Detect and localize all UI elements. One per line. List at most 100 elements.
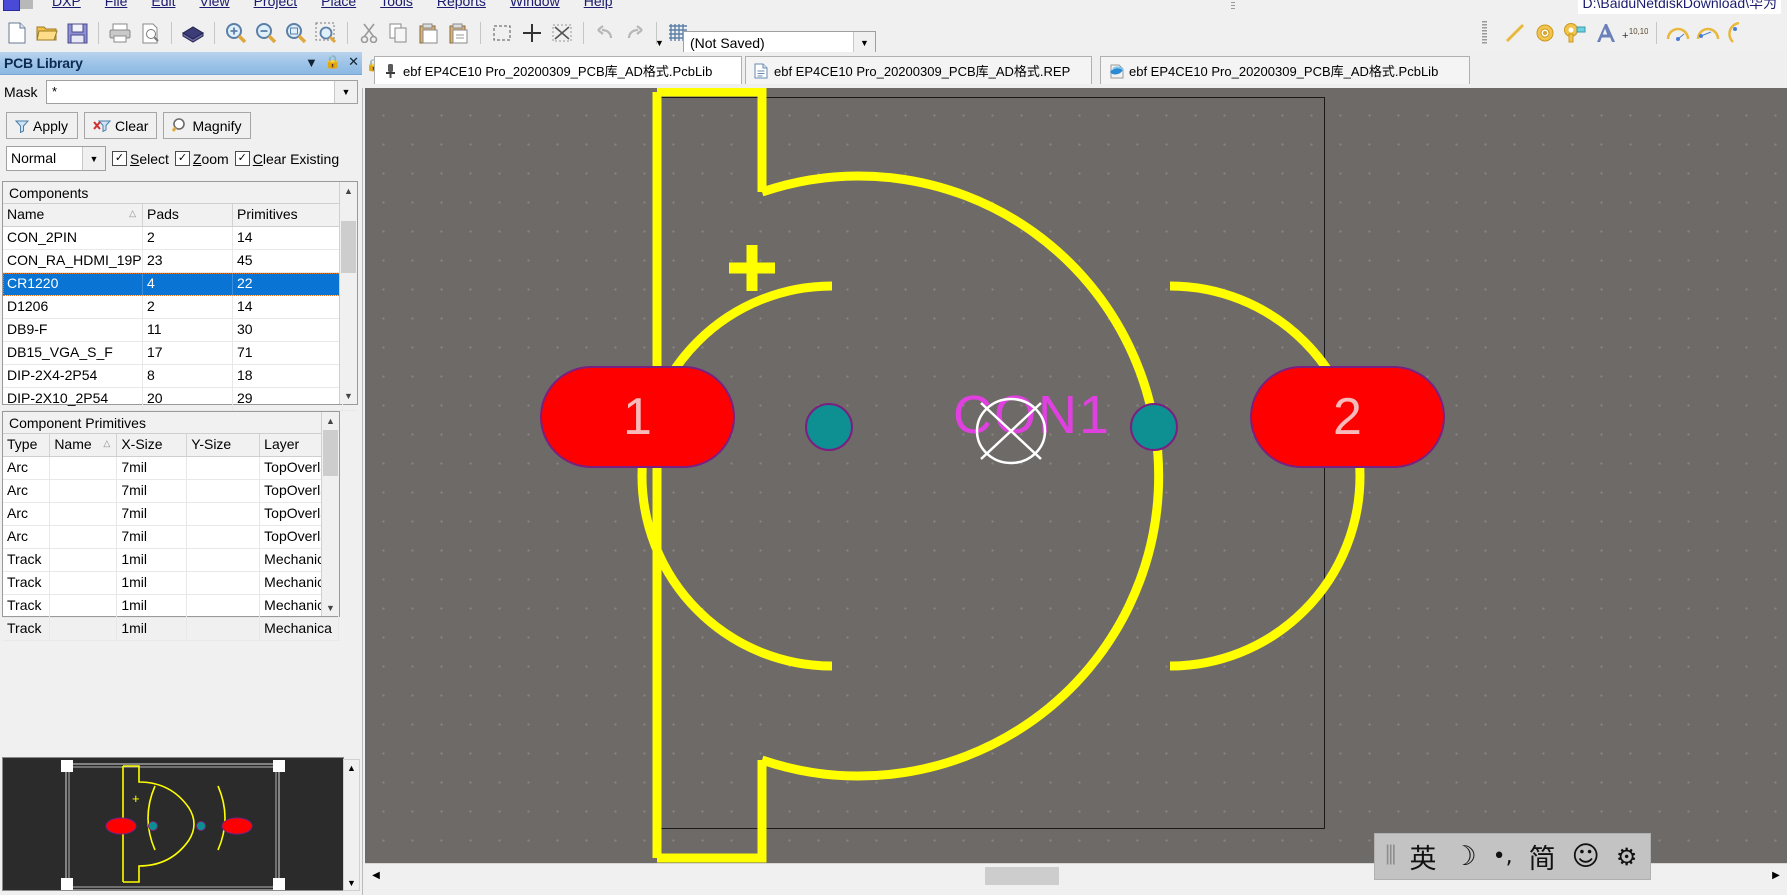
- apply-button[interactable]: Apply: [6, 112, 78, 139]
- via-2[interactable]: [1130, 403, 1178, 451]
- zoom-out-icon[interactable]: [253, 20, 279, 46]
- select-rect-icon[interactable]: [489, 20, 515, 46]
- scrollbar-thumb[interactable]: [323, 430, 338, 476]
- scrollbar-thumb[interactable]: [985, 867, 1059, 885]
- save-icon[interactable]: [64, 20, 90, 46]
- table-row[interactable]: Track 1mil Mechanica: [3, 549, 339, 572]
- ime-language-toggle[interactable]: 英: [1409, 837, 1436, 876]
- table-row[interactable]: Track 1mil Mechanica: [3, 595, 339, 618]
- arc-any-icon[interactable]: [1725, 20, 1751, 46]
- scroll-up-icon[interactable]: ▲: [344, 760, 359, 775]
- board-3d-icon[interactable]: [180, 20, 206, 46]
- column-header-ysize[interactable]: Y-Size: [187, 434, 261, 456]
- column-header-pads[interactable]: Pads: [143, 204, 233, 226]
- menu-item-project[interactable]: Project: [242, 0, 310, 11]
- primitives-grid-header[interactable]: Type Name △ X-Size Y-Size Layer: [3, 434, 339, 457]
- menu-bar[interactable]: DXP File Edit View Project Place Tools R…: [0, 0, 1787, 14]
- moon-icon[interactable]: ☽: [1452, 841, 1476, 872]
- components-grid-header[interactable]: Name △ Pads Primitives: [3, 204, 357, 227]
- component-primitives-grid[interactable]: Component Primitives Type Name △ X-Size …: [2, 411, 340, 641]
- settings-gear-icon[interactable]: ⚙: [1616, 843, 1638, 871]
- scroll-right-icon[interactable]: ▶: [1767, 866, 1785, 885]
- column-header-xsize[interactable]: X-Size: [117, 434, 188, 456]
- zoom-in-icon[interactable]: [223, 20, 249, 46]
- via-icon[interactable]: [1562, 20, 1588, 46]
- redo-icon[interactable]: [622, 20, 648, 46]
- checkbox-select[interactable]: ✓ Select: [112, 151, 169, 167]
- menu-item-help[interactable]: Help: [572, 0, 625, 11]
- table-row[interactable]: Track 1mil Mechanica: [3, 572, 339, 595]
- grid-dropdown-arrow[interactable]: ▼: [655, 38, 664, 48]
- panel-title-bar[interactable]: PCB Library ▼ 🔒 ✕: [0, 52, 362, 75]
- primitives-grid-scrollbar[interactable]: ▲ ▼: [321, 412, 339, 616]
- scroll-down-icon[interactable]: ▼: [322, 599, 339, 616]
- print-icon[interactable]: [107, 20, 133, 46]
- scrollbar-thumb[interactable]: [341, 221, 356, 273]
- scroll-down-icon[interactable]: ▼: [344, 875, 359, 890]
- table-row[interactable]: Arc 7mil TopOverlay: [3, 457, 339, 480]
- menu-item-view[interactable]: View: [187, 0, 241, 11]
- checkbox-select-box[interactable]: ✓: [112, 151, 127, 166]
- close-icon[interactable]: ✕: [348, 54, 359, 70]
- menu-item-reports[interactable]: Reports: [425, 0, 498, 11]
- checkbox-zoom-box[interactable]: ✓: [174, 151, 190, 166]
- pad-2[interactable]: 2: [1250, 366, 1445, 468]
- column-header-name[interactable]: Name △: [3, 204, 143, 226]
- tab-report[interactable]: ebf EP4CE10 Pro_20200309_PCB库_AD格式.REP: [745, 56, 1092, 84]
- table-row[interactable]: Arc 7mil TopOverlay: [3, 526, 339, 549]
- scroll-up-icon[interactable]: ▲: [340, 182, 357, 199]
- tab-browser[interactable]: ebf EP4CE10 Pro_20200309_PCB库_AD格式.PcbLi…: [1100, 56, 1470, 84]
- table-row[interactable]: D1206 2 14: [3, 296, 357, 319]
- table-row[interactable]: DB15_VGA_S_F 17 71: [3, 342, 357, 365]
- arc-edge-icon[interactable]: [1695, 20, 1721, 46]
- chevron-down-icon[interactable]: ▼: [334, 81, 357, 103]
- chevron-down-icon[interactable]: ▼: [82, 147, 105, 170]
- menu-item-tools[interactable]: Tools: [368, 0, 425, 11]
- ime-script-toggle[interactable]: 简: [1529, 837, 1556, 876]
- table-row[interactable]: Arc 7mil TopOverlay: [3, 480, 339, 503]
- line-icon[interactable]: [1502, 20, 1528, 46]
- grip-handle[interactable]: ⦀: [1385, 841, 1397, 872]
- menu-item-place[interactable]: Place: [309, 0, 368, 11]
- menu-item-file[interactable]: File: [93, 0, 140, 11]
- table-row[interactable]: Arc 7mil TopOverlay: [3, 503, 339, 526]
- scroll-left-icon[interactable]: ◀: [367, 866, 385, 885]
- new-document-icon[interactable]: [4, 20, 30, 46]
- clear-button[interactable]: Clear: [84, 112, 158, 139]
- table-row[interactable]: Track 1mil Mechanica: [3, 618, 339, 641]
- menu-item-dxp[interactable]: DXP: [40, 0, 93, 11]
- main-toolbar[interactable]: ▼ (Not Saved) ▼ +10,10: [0, 14, 1787, 55]
- scroll-up-icon[interactable]: ▲: [322, 412, 339, 429]
- toolbar-grip-right[interactable]: [1472, 20, 1498, 46]
- tab-pcblib-active[interactable]: ebf EP4CE10 Pro_20200309_PCB库_AD格式.PcbLi…: [374, 56, 742, 84]
- magnify-button[interactable]: Magnify: [163, 112, 251, 139]
- components-grid-scrollbar[interactable]: ▲ ▼: [339, 182, 357, 404]
- undo-icon[interactable]: [592, 20, 618, 46]
- via-1[interactable]: [805, 403, 853, 451]
- select-mode-dropdown[interactable]: Normal ▼: [6, 146, 106, 171]
- arc-center-icon[interactable]: [1665, 20, 1691, 46]
- table-row[interactable]: DIP-2X10_2P54 20 29: [3, 388, 357, 411]
- zoom-selection-icon[interactable]: [313, 20, 339, 46]
- coordinate-icon[interactable]: +10,10: [1622, 20, 1648, 46]
- chevron-down-icon[interactable]: ▼: [305, 55, 318, 70]
- cut-icon[interactable]: [356, 20, 382, 46]
- chevron-down-icon[interactable]: ▼: [853, 32, 875, 54]
- open-folder-icon[interactable]: [34, 20, 60, 46]
- paste-icon[interactable]: [416, 20, 442, 46]
- component-preview[interactable]: +: [2, 757, 344, 891]
- checkbox-clear-existing-box[interactable]: ✓: [234, 151, 250, 166]
- pad-1[interactable]: 1: [540, 366, 735, 468]
- checkbox-clear-existing[interactable]: ✓ Clear Existing: [234, 151, 339, 167]
- table-row-selected[interactable]: CR1220 4 22: [3, 273, 357, 296]
- deselect-icon[interactable]: [549, 20, 575, 46]
- pin-icon[interactable]: 🔒: [325, 54, 341, 70]
- scroll-down-icon[interactable]: ▼: [340, 387, 357, 404]
- string-icon[interactable]: [1592, 20, 1618, 46]
- table-row[interactable]: CON_RA_HDMI_19P 23 45: [3, 250, 357, 273]
- checkbox-zoom[interactable]: ✓ Zoom: [174, 151, 229, 167]
- toolbar-grip[interactable]: [1231, 0, 1235, 10]
- table-row[interactable]: DIP-2X4-2P54 8 18: [3, 365, 357, 388]
- ime-toolbar[interactable]: ⦀ 英 ☽ •, 简 ☺ ⚙: [1374, 833, 1651, 880]
- print-preview-icon[interactable]: [137, 20, 163, 46]
